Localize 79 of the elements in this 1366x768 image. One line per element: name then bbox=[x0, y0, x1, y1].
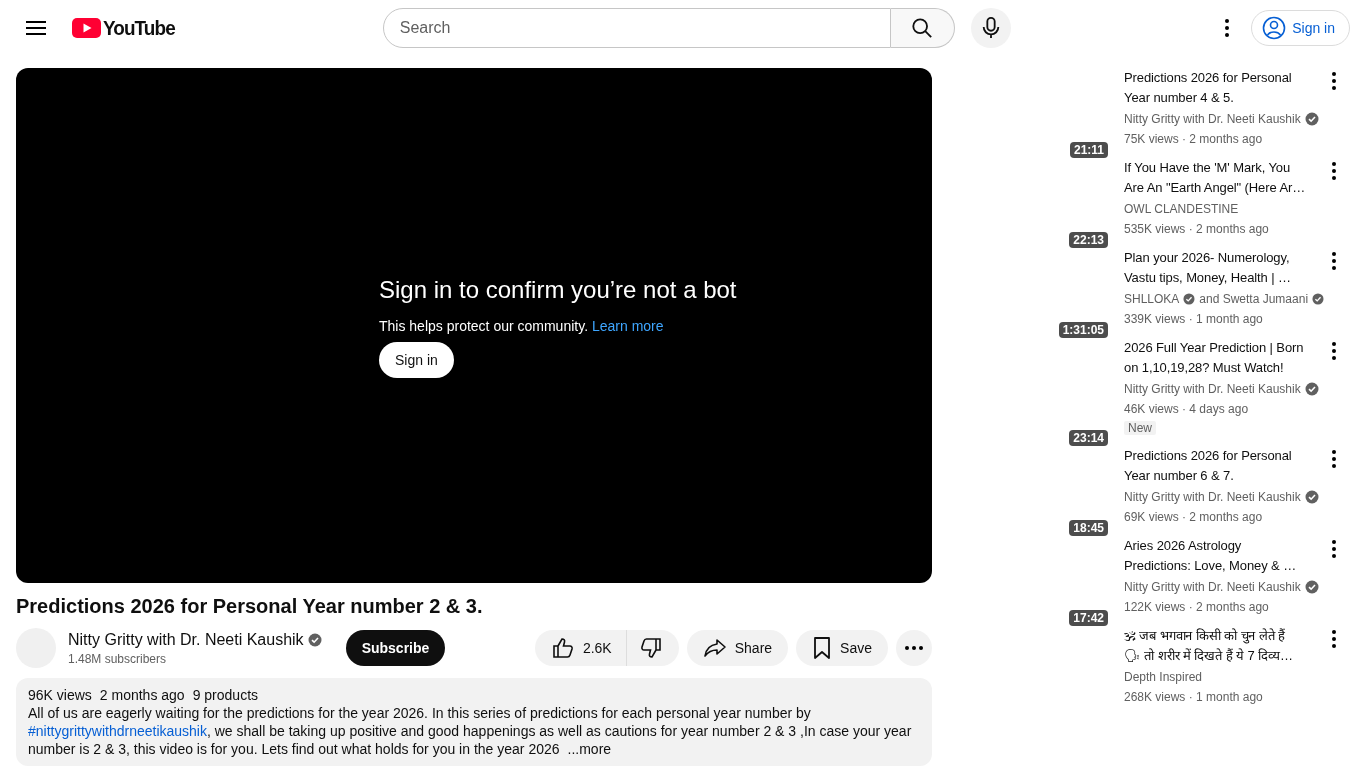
sign-in-button[interactable]: Sign in bbox=[379, 342, 454, 378]
new-badge: New bbox=[1124, 421, 1156, 435]
thumbs-up-icon bbox=[550, 636, 575, 660]
channel-name[interactable]: SHLLOKA bbox=[1124, 290, 1180, 308]
video-title[interactable]: 🕉 जब भगवान किसी को चुन लेते हैं 🗣 तो शरीर में दिखते हैं ये 7 दिव्य… bbox=[1124, 626, 1324, 666]
video-item[interactable]: 18:45 Predictions 2026 for Personal Year number 6 & 7. Nitty Gritty with Dr. Neeti Kaushik 69K views · 2 months ago bbox=[1048, 446, 1338, 536]
channel-name[interactable]: Nitty Gritty with Dr. Neeti Kaushik bbox=[1124, 488, 1301, 506]
video-stat: 96K views bbox=[28, 686, 92, 704]
more-icon[interactable] bbox=[1332, 252, 1336, 270]
duration-badge: 22:13 bbox=[1069, 232, 1108, 248]
more-icon[interactable] bbox=[1332, 342, 1336, 360]
video-meta: 69K views · 2 months ago bbox=[1124, 509, 1264, 526]
more-icon[interactable] bbox=[1332, 630, 1336, 648]
video-item[interactable]: 🕉 जब भगवान किसी को चुन लेते हैं 🗣 तो शरीर में दिखते हैं ये 7 दिव्य… Depth Inspired 268K views · 1 month ago bbox=[1048, 626, 1338, 716]
more-icon[interactable] bbox=[1225, 19, 1230, 37]
more-icon[interactable] bbox=[1332, 162, 1336, 180]
subscribe-button[interactable]: Subscribe bbox=[345, 630, 446, 666]
video-item[interactable]: 1:31:05 Plan your 2026- Numerology, Vastu tips, Money, Health | … SHLLOKA and Swetta Jumaani 339K views · 1 month ago bbox=[1048, 248, 1338, 338]
learn-more-link[interactable]: Learn more bbox=[591, 318, 664, 334]
video-item[interactable]: 22:13 If You Have the 'M' Mark, You Are An "Earth Angel" (Here Ar… OWL CLANDESTINE 535K views · 2 months ago bbox=[1048, 158, 1338, 248]
user-icon bbox=[1262, 16, 1287, 40]
video-item[interactable]: 21:11 Predictions 2026 for Personal Year number 4 & 5. Nitty Gritty with Dr. Neeti Kaushik 75K views · 2 months ago bbox=[1048, 68, 1338, 158]
bookmark-icon bbox=[812, 636, 833, 660]
description-text: All of us are eagerly waiting for the predictions for the year 2026. In this series of predictions for each personal year number by #nittygrittywithdrneetikaushik, we shall be taking up positive and good happenings as well as cautions for year number 2 & 3 ,In case your year number is 2 & 3, this video is for you. Lets find out what holds for you in the year 2026 ...more bbox=[28, 704, 913, 758]
video-meta: 75K views · 2 months ago bbox=[1124, 131, 1264, 148]
more-actions-button[interactable] bbox=[896, 630, 932, 666]
video-title[interactable]: Predictions 2026 for Personal Year number 6 & 7. bbox=[1124, 446, 1324, 486]
duration-badge: 18:45 bbox=[1069, 520, 1108, 536]
search-field[interactable]: Search bbox=[382, 8, 891, 48]
video-meta: 46K views · 4 days ago bbox=[1124, 401, 1250, 418]
search-icon bbox=[911, 17, 934, 39]
video-title[interactable]: Predictions 2026 for Personal Year number 4 & 5. bbox=[1124, 68, 1324, 108]
share-button[interactable]: Share bbox=[686, 630, 789, 666]
channel-name[interactable]: Nitty Gritty with Dr. Neeti Kaushik bbox=[68, 630, 304, 649]
channel-name[interactable]: Depth Inspired bbox=[1124, 668, 1203, 686]
microphone-button[interactable] bbox=[970, 8, 1011, 48]
hashtag-link[interactable]: #nittygrittywithdrneetikaushik bbox=[28, 723, 207, 739]
player-message: This helps protect our community. Learn more bbox=[379, 318, 664, 334]
menu-icon[interactable] bbox=[26, 20, 46, 36]
duration-badge: 1:31:05 bbox=[1058, 322, 1108, 338]
save-button[interactable]: Save bbox=[796, 630, 888, 666]
video-stat: 9 products bbox=[192, 686, 259, 704]
logo-text[interactable]: YouTube bbox=[103, 16, 175, 40]
channel-name[interactable]: Nitty Gritty with Dr. Neeti Kaushik bbox=[1124, 578, 1301, 596]
duration-badge: 17:42 bbox=[1069, 610, 1108, 626]
more-icon[interactable] bbox=[1332, 450, 1336, 468]
video-title: Predictions 2026 for Personal Year number 2 & 3. bbox=[16, 595, 484, 618]
channel-name[interactable]: Nitty Gritty with Dr. Neeti Kaushik bbox=[1124, 110, 1301, 128]
video-meta: 339K views · 1 month ago bbox=[1124, 311, 1264, 328]
channel-name[interactable]: Nitty Gritty with Dr. Neeti Kaushik bbox=[1124, 380, 1301, 398]
video-meta: 535K views · 2 months ago bbox=[1124, 221, 1270, 238]
video-meta: 122K views · 2 months ago bbox=[1124, 599, 1270, 616]
search-button[interactable] bbox=[890, 8, 955, 48]
more-icon[interactable] bbox=[1332, 540, 1336, 558]
video-item[interactable]: 17:42 Aries 2026 Astrology Predictions: Love, Money & … Nitty Gritty with Dr. Neeti Kaushik 122K views · 2 months ago bbox=[1048, 536, 1338, 626]
share-icon bbox=[702, 636, 727, 660]
video-meta: 268K views · 1 month ago bbox=[1124, 689, 1264, 706]
more-icon bbox=[905, 646, 923, 650]
more-link[interactable]: ...more bbox=[567, 741, 612, 757]
video-player[interactable]: Sign in to confirm you’re not a bot This helps protect our community. Learn more Sign in bbox=[16, 68, 932, 583]
duration-badge: 23:14 bbox=[1069, 430, 1108, 446]
sign-in-button[interactable]: Sign in bbox=[1251, 10, 1350, 46]
channel-name[interactable]: and Swetta Jumaani bbox=[1199, 290, 1309, 308]
video-title[interactable]: Aries 2026 Astrology Predictions: Love, Money & … bbox=[1124, 536, 1324, 576]
video-title[interactable]: Plan your 2026- Numerology, Vastu tips, Money, Health | … bbox=[1124, 248, 1324, 288]
video-title[interactable]: 2026 Full Year Prediction | Born on 1,10,19,28? Must Watch! bbox=[1124, 338, 1324, 378]
subscriber-count: 1.48M subscribers bbox=[68, 651, 168, 666]
video-stat: 2 months ago bbox=[99, 686, 185, 704]
thumbs-down-icon bbox=[638, 636, 663, 660]
like-button[interactable]: 2.6K bbox=[534, 630, 627, 666]
dislike-button[interactable] bbox=[626, 630, 679, 666]
duration-badge: 21:11 bbox=[1069, 142, 1108, 158]
microphone-icon bbox=[980, 17, 1001, 39]
player-heading: Sign in to confirm you’re not a bot bbox=[379, 276, 737, 304]
channel-name[interactable]: OWL CLANDESTINE bbox=[1124, 200, 1239, 218]
video-title[interactable]: If You Have the 'M' Mark, You Are An "Earth Angel" (Here Ar… bbox=[1124, 158, 1324, 198]
video-item[interactable]: 23:14 2026 Full Year Prediction | Born on 1,10,19,28? Must Watch! Nitty Gritty with Dr. Neeti Kaushik 46K views · 4 days ago New bbox=[1048, 338, 1338, 446]
logo-icon[interactable] bbox=[72, 18, 101, 38]
more-icon[interactable] bbox=[1332, 72, 1336, 90]
